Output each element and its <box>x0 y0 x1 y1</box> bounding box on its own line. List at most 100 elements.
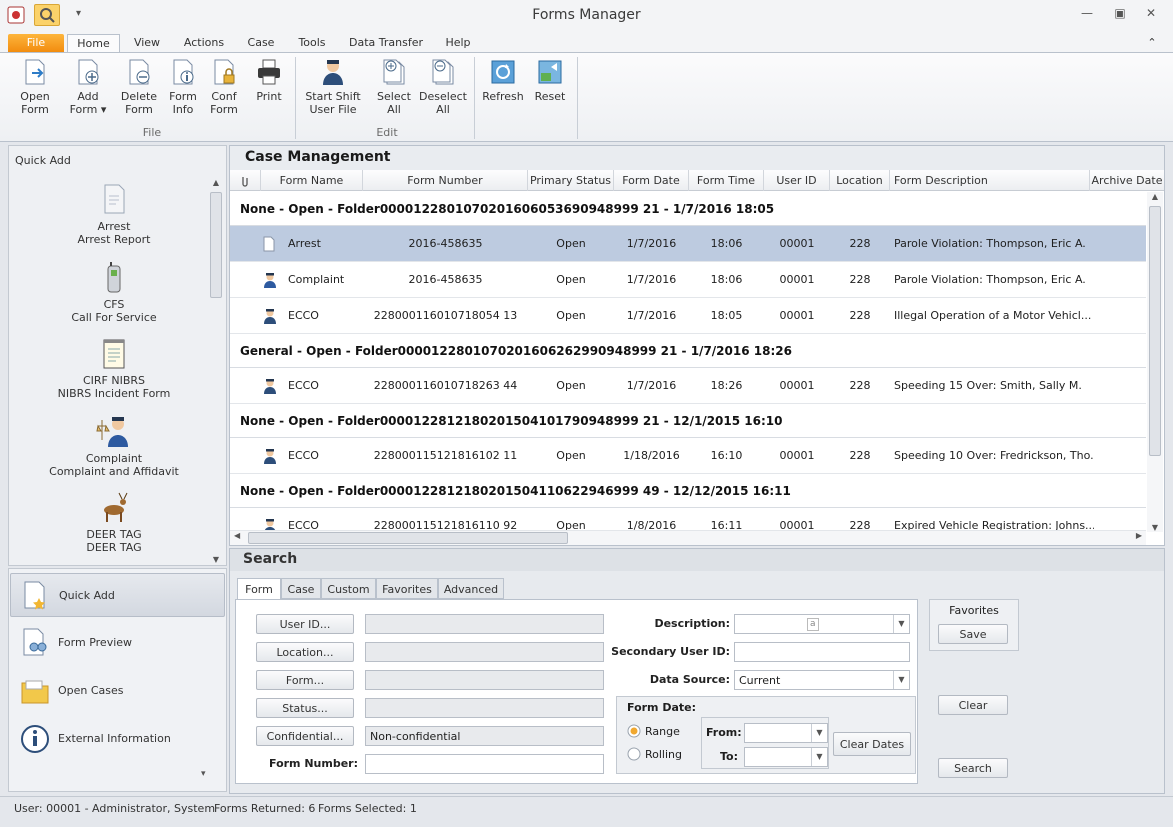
secondary-user-id-input[interactable] <box>734 642 910 662</box>
quick-add-arrest[interactable]: Arrest Arrest Report <box>9 182 219 246</box>
quick-add-cirf-nibrs[interactable]: CIRF NIBRS NIBRS Incident Form <box>9 336 219 400</box>
start-shift-button[interactable]: Start Shift User File <box>302 57 364 116</box>
favorites-save-button[interactable]: Save <box>938 624 1008 644</box>
tab-view[interactable]: View <box>125 34 169 52</box>
grid-vertical-scroll-thumb[interactable] <box>1149 206 1161 456</box>
from-date-picker[interactable]: ▼ <box>744 723 828 743</box>
chevron-down-icon[interactable]: ▼ <box>893 671 909 689</box>
column-header-primary-status[interactable]: Primary Status <box>528 170 614 191</box>
search-tab-custom[interactable]: Custom <box>321 578 376 599</box>
tab-case[interactable]: Case <box>239 34 283 52</box>
conf-form-button[interactable]: Conf Form <box>202 57 246 116</box>
scroll-left-icon[interactable]: ◀ <box>234 531 240 540</box>
select-all-button[interactable]: Select All <box>372 57 416 116</box>
quick-add-scroll-thumb[interactable] <box>210 192 222 298</box>
scroll-down-icon[interactable]: ▼ <box>1147 523 1163 532</box>
chevron-down-icon[interactable]: ▼ <box>811 724 827 742</box>
range-radio[interactable]: Range <box>627 724 680 741</box>
collapse-ribbon-icon[interactable]: ⌃ <box>1143 34 1161 52</box>
status-button[interactable]: Status... <box>256 698 354 718</box>
tab-actions[interactable]: Actions <box>176 34 232 52</box>
nav-open-cases[interactable]: Open Cases <box>10 669 225 713</box>
group-row[interactable]: None - Open - Folder00001228121802015041… <box>230 474 1146 508</box>
table-row[interactable]: ECCO 228000115121816110 92 Open 1/8/2016… <box>230 508 1146 531</box>
form-number-input[interactable] <box>365 754 604 774</box>
table-row[interactable]: Arrest 2016-458635 Open 1/7/2016 18:06 0… <box>230 226 1146 262</box>
nav-quick-add[interactable]: Quick Add <box>10 573 225 617</box>
column-header-form-date[interactable]: Form Date <box>614 170 689 191</box>
restore-button[interactable]: ▣ <box>1110 6 1130 24</box>
form-info-button[interactable]: Form Info <box>161 57 205 116</box>
group-row[interactable]: None - Open - Folder00001228010702016060… <box>230 192 1146 226</box>
scroll-right-icon[interactable]: ▶ <box>1136 531 1142 540</box>
description-combo[interactable]: a ▼ <box>734 614 910 634</box>
column-header-form-description[interactable]: Form Description <box>890 170 1090 191</box>
ribbon-separator <box>474 57 475 139</box>
add-form-button[interactable]: Add Form ▾ <box>66 57 110 116</box>
grid-horizontal-scrollbar[interactable]: ◀ ▶ <box>230 531 1146 545</box>
column-header-user-id[interactable]: User ID <box>764 170 830 191</box>
group-row[interactable]: General - Open - Folder00001228010702016… <box>230 334 1146 368</box>
search-tab-favorites[interactable]: Favorites <box>376 578 438 599</box>
reset-button[interactable]: Reset <box>528 57 572 103</box>
column-header-form-name[interactable]: Form Name <box>261 170 363 191</box>
grid-horizontal-scroll-thumb[interactable] <box>248 532 568 544</box>
clear-button[interactable]: Clear <box>938 695 1008 715</box>
confidential-field[interactable]: Non-confidential <box>365 726 604 746</box>
tab-tools[interactable]: Tools <box>290 34 334 52</box>
table-row[interactable]: ECCO 228000116010718054 13 Open 1/7/2016… <box>230 298 1146 334</box>
navigation-panel: Quick Add Form Preview Open Cases Extern… <box>8 568 227 792</box>
clear-dates-button[interactable]: Clear Dates <box>833 732 911 756</box>
column-header-archive-date[interactable]: Archive Date <box>1090 170 1164 191</box>
location-button[interactable]: Location... <box>256 642 354 662</box>
open-form-button[interactable]: Open Form <box>13 57 57 116</box>
column-header-location[interactable]: Location <box>830 170 890 191</box>
tab-data-transfer[interactable]: Data Transfer <box>343 34 429 52</box>
scroll-up-icon[interactable]: ▲ <box>209 178 223 187</box>
quick-add-scrollbar[interactable]: ▲ ▼ <box>209 178 223 564</box>
scroll-down-icon[interactable]: ▼ <box>209 555 223 564</box>
table-row[interactable]: ECCO 228000116010718263 44 Open 1/7/2016… <box>230 368 1146 404</box>
form-field[interactable] <box>365 670 604 690</box>
description-label: Description: <box>654 617 730 630</box>
attachment-column-header[interactable] <box>230 170 261 191</box>
search-button[interactable]: Search <box>938 758 1008 778</box>
minimize-button[interactable]: — <box>1077 6 1097 24</box>
quick-add-deer-tag[interactable]: DEER TAG DEER TAG <box>9 490 219 554</box>
table-row[interactable]: Complaint 2016-458635 Open 1/7/2016 18:0… <box>230 262 1146 298</box>
column-header-form-number[interactable]: Form Number <box>363 170 528 191</box>
tab-file[interactable]: File <box>8 34 64 52</box>
quick-add-cfs[interactable]: CFS Call For Service <box>9 260 219 324</box>
nav-external-information[interactable]: External Information <box>10 717 225 761</box>
close-button[interactable]: ✕ <box>1141 6 1161 24</box>
column-header-form-time[interactable]: Form Time <box>689 170 764 191</box>
search-tab-advanced[interactable]: Advanced <box>438 578 504 599</box>
grid-vertical-scrollbar[interactable]: ▲ ▼ <box>1147 192 1163 532</box>
form-button[interactable]: Form... <box>256 670 354 690</box>
delete-form-button[interactable]: Delete Form <box>117 57 161 116</box>
user-id-button[interactable]: User ID... <box>256 614 354 634</box>
search-tab-form[interactable]: Form <box>237 578 281 600</box>
nav-more-icon[interactable]: ▾ <box>201 769 206 779</box>
confidential-button[interactable]: Confidential... <box>256 726 354 746</box>
group-row[interactable]: None - Open - Folder00001228121802015041… <box>230 404 1146 438</box>
location-field[interactable] <box>365 642 604 662</box>
chevron-down-icon[interactable]: ▼ <box>893 615 909 633</box>
nav-form-preview[interactable]: Form Preview <box>10 621 225 665</box>
refresh-button[interactable]: Refresh <box>481 57 525 103</box>
deselect-all-button[interactable]: Deselect All <box>418 57 468 116</box>
search-tab-case[interactable]: Case <box>281 578 321 599</box>
rolling-radio[interactable]: Rolling <box>627 747 682 764</box>
quick-add-complaint[interactable]: Complaint Complaint and Affidavit <box>9 414 219 478</box>
chevron-down-icon[interactable]: ▼ <box>811 748 827 766</box>
print-button[interactable]: Print <box>247 57 291 103</box>
to-date-picker[interactable]: ▼ <box>744 747 828 767</box>
tab-help[interactable]: Help <box>437 34 479 52</box>
data-source-select[interactable]: Current ▼ <box>734 670 910 690</box>
scroll-up-icon[interactable]: ▲ <box>1147 192 1163 201</box>
user-id-field[interactable] <box>365 614 604 634</box>
status-field[interactable] <box>365 698 604 718</box>
tab-home[interactable]: Home <box>67 34 120 52</box>
table-row[interactable]: ECCO 228000115121816102 11 Open 1/18/201… <box>230 438 1146 474</box>
radio-empty-icon <box>627 747 641 761</box>
